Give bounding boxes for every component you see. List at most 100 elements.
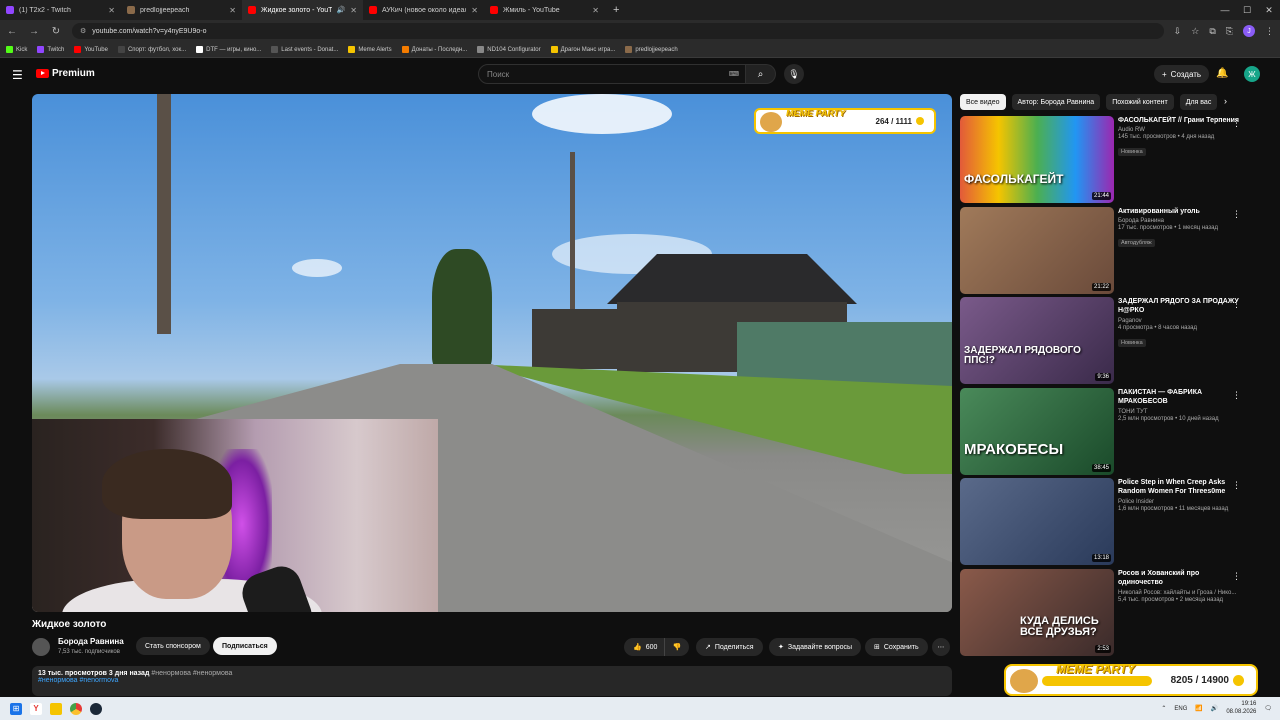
more-actions-button[interactable]: ⋯ bbox=[932, 638, 950, 656]
close-icon[interactable]: ✕ bbox=[229, 6, 236, 15]
bookmark-item[interactable]: ND104 Configurator bbox=[477, 46, 541, 53]
recommendation-channel[interactable]: Police Insider bbox=[1118, 499, 1240, 505]
recommendation-title[interactable]: Активированный уголь bbox=[1118, 207, 1240, 216]
wifi-icon[interactable]: 📶 bbox=[1195, 705, 1202, 712]
recommendation-title[interactable]: Police Step in When Creep Asks Random Wo… bbox=[1118, 478, 1240, 497]
channel-name[interactable]: Борода Равнина bbox=[58, 637, 124, 646]
recommendation-channel[interactable]: ТОНИ ТУТ bbox=[1118, 409, 1240, 415]
close-icon[interactable]: ✕ bbox=[471, 6, 478, 15]
bookmark-item[interactable]: Kick bbox=[6, 46, 27, 53]
more-vertical-icon[interactable]: ⋮ bbox=[1232, 299, 1241, 310]
bookmark-item[interactable]: Донаты - Последн... bbox=[401, 46, 467, 53]
recommendation-channel[interactable]: Борода Равнина bbox=[1118, 218, 1240, 224]
bookmark-item[interactable]: YouTube bbox=[74, 46, 108, 53]
recommendation-item[interactable]: КУДА ДЕЛИСЬ ВСЕ ДРУЗЬЯ? 2:53 Росов и Хов… bbox=[960, 569, 1260, 657]
chip-author[interactable]: Автор: Борода Равнина bbox=[1011, 94, 1101, 110]
back-icon[interactable]: ← bbox=[6, 26, 18, 37]
recommendation-title[interactable]: Росов и Хованский про одиночество bbox=[1118, 569, 1240, 588]
keyboard-icon[interactable]: ⌨ bbox=[729, 70, 739, 78]
video-description[interactable]: 13 тыс. просмотров 3 дня назад #ненормов… bbox=[32, 666, 952, 696]
search-button[interactable]: ⌕ bbox=[746, 64, 776, 84]
recommendation-channel[interactable]: Paganov bbox=[1118, 318, 1240, 324]
bookmark-item[interactable]: Спорт: футбол, хок... bbox=[117, 46, 186, 53]
extensions-icon[interactable]: ⧉ bbox=[1209, 26, 1215, 37]
notifications-bell-icon[interactable]: 🔔 bbox=[1216, 68, 1228, 79]
recommendation-item[interactable]: МРАКОБЕСЫ 38:45 ПАКИСТАН — ФАБРИКА МРАКО… bbox=[960, 388, 1260, 476]
install-icon[interactable]: ⇩ bbox=[1174, 26, 1182, 37]
bookmark-item[interactable]: Драгон Манс игра... bbox=[550, 46, 615, 53]
minimize-icon[interactable]: — bbox=[1214, 5, 1236, 15]
chip-related[interactable]: Похожий контент bbox=[1106, 94, 1174, 110]
close-icon[interactable]: ✕ bbox=[350, 6, 357, 15]
steam-icon[interactable] bbox=[90, 702, 102, 715]
bookmark-star-icon[interactable]: ☆ bbox=[1191, 26, 1199, 37]
recommendation-channel[interactable]: Николай Росов: хайлайты и Гроза / Нико..… bbox=[1118, 590, 1240, 596]
tab-youtube-active[interactable]: Жидкое золото - YouTube 🔊 ✕ bbox=[242, 0, 363, 20]
profile-avatar[interactable]: J bbox=[1243, 25, 1255, 37]
video-player[interactable] bbox=[32, 94, 952, 612]
windows-start-icon[interactable]: ⊞ bbox=[10, 702, 22, 715]
reload-icon[interactable]: ↻ bbox=[50, 26, 62, 37]
new-tab-button[interactable]: + bbox=[605, 4, 627, 16]
more-vertical-icon[interactable]: ⋮ bbox=[1232, 390, 1241, 401]
share-button[interactable]: ↗ Поделиться bbox=[696, 638, 763, 656]
recommendation-channel[interactable]: Audio RW bbox=[1118, 127, 1240, 133]
recommendation-title[interactable]: ЗАДЕРЖАЛ РЯДОГО ЗА ПРОДАЖУ Н@РКО bbox=[1118, 297, 1240, 316]
yandex-browser-icon[interactable]: Y bbox=[30, 702, 42, 715]
more-vertical-icon[interactable]: ⋮ bbox=[1232, 209, 1241, 220]
maximize-icon[interactable]: ☐ bbox=[1236, 5, 1258, 16]
video-thumbnail[interactable]: 21:22 bbox=[960, 207, 1114, 294]
clock[interactable]: 19:16 08.08.2026 bbox=[1226, 701, 1256, 715]
ask-questions-button[interactable]: ✦ Задавайте вопросы bbox=[769, 638, 862, 656]
recommendation-title[interactable]: ФАСОЛЬКАГЕЙТ // Грани Терпения bbox=[1118, 116, 1240, 125]
account-avatar[interactable]: Ж bbox=[1244, 66, 1260, 82]
recommendation-title[interactable]: ПАКИСТАН — ФАБРИКА МРАКОБЕСОВ bbox=[1118, 388, 1240, 407]
speaker-icon[interactable]: 🔊 bbox=[337, 6, 346, 14]
tab-predlojjeepeach[interactable]: predlojjeepeach ✕ bbox=[121, 0, 242, 20]
chevron-up-icon[interactable]: ⌃ bbox=[1161, 705, 1166, 712]
create-button[interactable]: + Создать bbox=[1154, 65, 1210, 83]
subscribe-button[interactable]: Подписаться bbox=[213, 637, 277, 655]
search-input[interactable]: Поиск ⌨ bbox=[478, 64, 746, 84]
bookmark-item[interactable]: Meme Alerts bbox=[348, 46, 392, 53]
tab-twitch[interactable]: (1) T2x2 - Twitch ✕ bbox=[0, 0, 121, 20]
dislike-button[interactable]: 👎 bbox=[664, 638, 689, 656]
recommendation-item[interactable]: 13:18 Police Step in When Creep Asks Ran… bbox=[960, 478, 1260, 566]
menu-icon[interactable]: ☰ bbox=[12, 68, 24, 82]
tab-search-icon[interactable]: ⎘ bbox=[1226, 26, 1233, 37]
site-info-icon[interactable]: ⚙ bbox=[80, 27, 86, 35]
address-bar[interactable]: ⚙ youtube.com/watch?v=y4nyE9U9o-o bbox=[72, 23, 1164, 39]
notifications-icon[interactable]: 🗨 bbox=[1264, 705, 1272, 712]
tab-aukich[interactable]: АУКич (новое около идеальн ✕ bbox=[363, 0, 484, 20]
video-thumbnail[interactable]: МРАКОБЕСЫ 38:45 bbox=[960, 388, 1114, 475]
more-vertical-icon[interactable]: ⋮ bbox=[1232, 118, 1241, 129]
sponsor-button[interactable]: Стать спонсором bbox=[136, 637, 210, 655]
bookmark-item[interactable]: Twitch bbox=[37, 46, 64, 53]
video-thumbnail[interactable]: 13:18 bbox=[960, 478, 1114, 565]
bookmark-item[interactable]: Last events - Donat... bbox=[271, 46, 338, 53]
bookmark-item[interactable]: predlojjeepeach bbox=[625, 46, 678, 53]
chip-for-you[interactable]: Для вас bbox=[1179, 94, 1218, 110]
menu-dots-icon[interactable]: ⋮ bbox=[1265, 26, 1274, 37]
tab-zhmil[interactable]: Жмиль - YouTube ✕ bbox=[484, 0, 605, 20]
language-indicator[interactable]: ENG bbox=[1174, 706, 1187, 712]
like-button[interactable]: 👍 600 bbox=[624, 638, 666, 656]
voice-search-button[interactable]: 🎙 bbox=[784, 64, 804, 84]
recommendation-item[interactable]: 21:22 Активированный уголь Борода Равнин… bbox=[960, 207, 1260, 295]
hashtag-links[interactable]: #ненормова #nenormova bbox=[38, 677, 946, 684]
video-thumbnail[interactable]: КУДА ДЕЛИСЬ ВСЕ ДРУЗЬЯ? 2:53 bbox=[960, 569, 1114, 656]
volume-icon[interactable]: 🔊 bbox=[1211, 705, 1218, 712]
bookmark-item[interactable]: DTF — игры, кино... bbox=[196, 46, 261, 53]
video-thumbnail[interactable]: ФАСОЛЬКАГЕЙТ 21:44 bbox=[960, 116, 1114, 203]
close-window-icon[interactable]: ✕ bbox=[1258, 5, 1280, 16]
chrome-icon[interactable] bbox=[70, 702, 82, 715]
more-vertical-icon[interactable]: ⋮ bbox=[1232, 571, 1241, 582]
channel-avatar[interactable] bbox=[32, 638, 50, 656]
close-icon[interactable]: ✕ bbox=[108, 6, 115, 15]
recommendation-item[interactable]: ЗАДЕРЖАЛ РЯДОВОГО ППС!? 9:36 ЗАДЕРЖАЛ РЯ… bbox=[960, 297, 1260, 385]
more-vertical-icon[interactable]: ⋮ bbox=[1232, 480, 1241, 491]
chevron-right-icon[interactable]: › bbox=[1224, 96, 1227, 106]
close-icon[interactable]: ✕ bbox=[592, 6, 599, 15]
file-explorer-icon[interactable] bbox=[50, 702, 62, 715]
youtube-logo[interactable]: Premium bbox=[36, 68, 95, 79]
